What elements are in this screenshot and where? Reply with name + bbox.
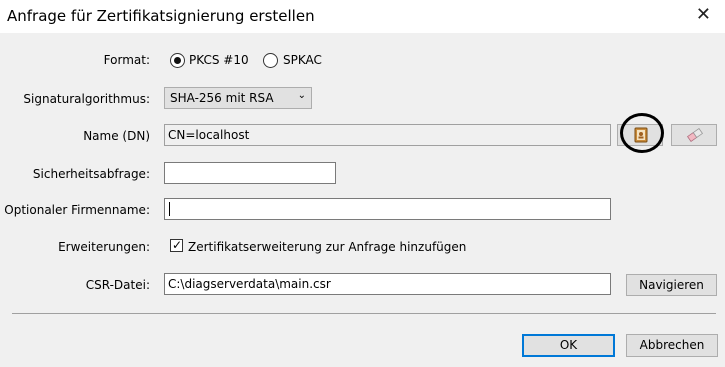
radio-spkac-label[interactable]: SPKAC <box>283 53 322 67</box>
challenge-label: Sicherheitsabfrage: <box>32 167 150 181</box>
cancel-button[interactable]: Abbrechen <box>626 334 718 357</box>
name-dn-value: CN=localhost <box>168 128 250 142</box>
ok-button-label: OK <box>559 338 578 352</box>
close-icon[interactable]: ✕ <box>696 5 711 25</box>
company-input[interactable] <box>164 198 611 220</box>
signature-algorithm-value: SHA-256 mit RSA <box>170 91 274 105</box>
browse-button[interactable]: Navigieren <box>626 274 717 296</box>
company-label: Optionaler Firmenname: <box>4 203 150 217</box>
radio-selected-dot <box>174 57 181 64</box>
format-label: Format: <box>103 53 150 67</box>
radio-spkac[interactable] <box>263 53 278 68</box>
divider <box>12 313 716 314</box>
signature-algorithm-select[interactable]: SHA-256 mit RSA ⌄ <box>164 87 312 109</box>
radio-pkcs10[interactable] <box>170 53 185 68</box>
ok-button[interactable]: OK <box>522 334 615 357</box>
csr-file-value: C:\diagserverdata\main.csr <box>168 277 331 291</box>
text-caret <box>169 202 170 216</box>
extensions-checkbox[interactable]: ✓ <box>170 238 183 252</box>
challenge-input[interactable] <box>164 162 336 184</box>
csr-file-input[interactable]: C:\diagserverdata\main.csr <box>164 273 611 295</box>
signature-label: Signaturalgorithmus: <box>23 92 150 106</box>
extensions-label: Erweiterungen: <box>58 240 150 254</box>
clear-name-button[interactable] <box>671 124 717 146</box>
name-label: Name (DN) <box>83 129 150 143</box>
cancel-button-label: Abbrechen <box>639 338 705 352</box>
chevron-down-icon: ⌄ <box>297 90 306 101</box>
window-title: Anfrage für Zertifikatsignierung erstell… <box>7 7 315 25</box>
radio-pkcs10-label[interactable]: PKCS #10 <box>189 53 249 67</box>
browse-button-label: Navigieren <box>639 278 704 292</box>
csr-label: CSR-Datei: <box>85 278 150 292</box>
checkmark-icon: ✓ <box>172 238 183 252</box>
title-bar: Anfrage für Zertifikatsignierung erstell… <box>0 0 725 33</box>
name-dn-field[interactable]: CN=localhost <box>164 124 611 146</box>
annotation-circle <box>620 113 664 153</box>
extensions-checkbox-label[interactable]: Zertifikatserweiterung zur Anfrage hinzu… <box>188 240 466 254</box>
eraser-icon <box>686 128 704 142</box>
